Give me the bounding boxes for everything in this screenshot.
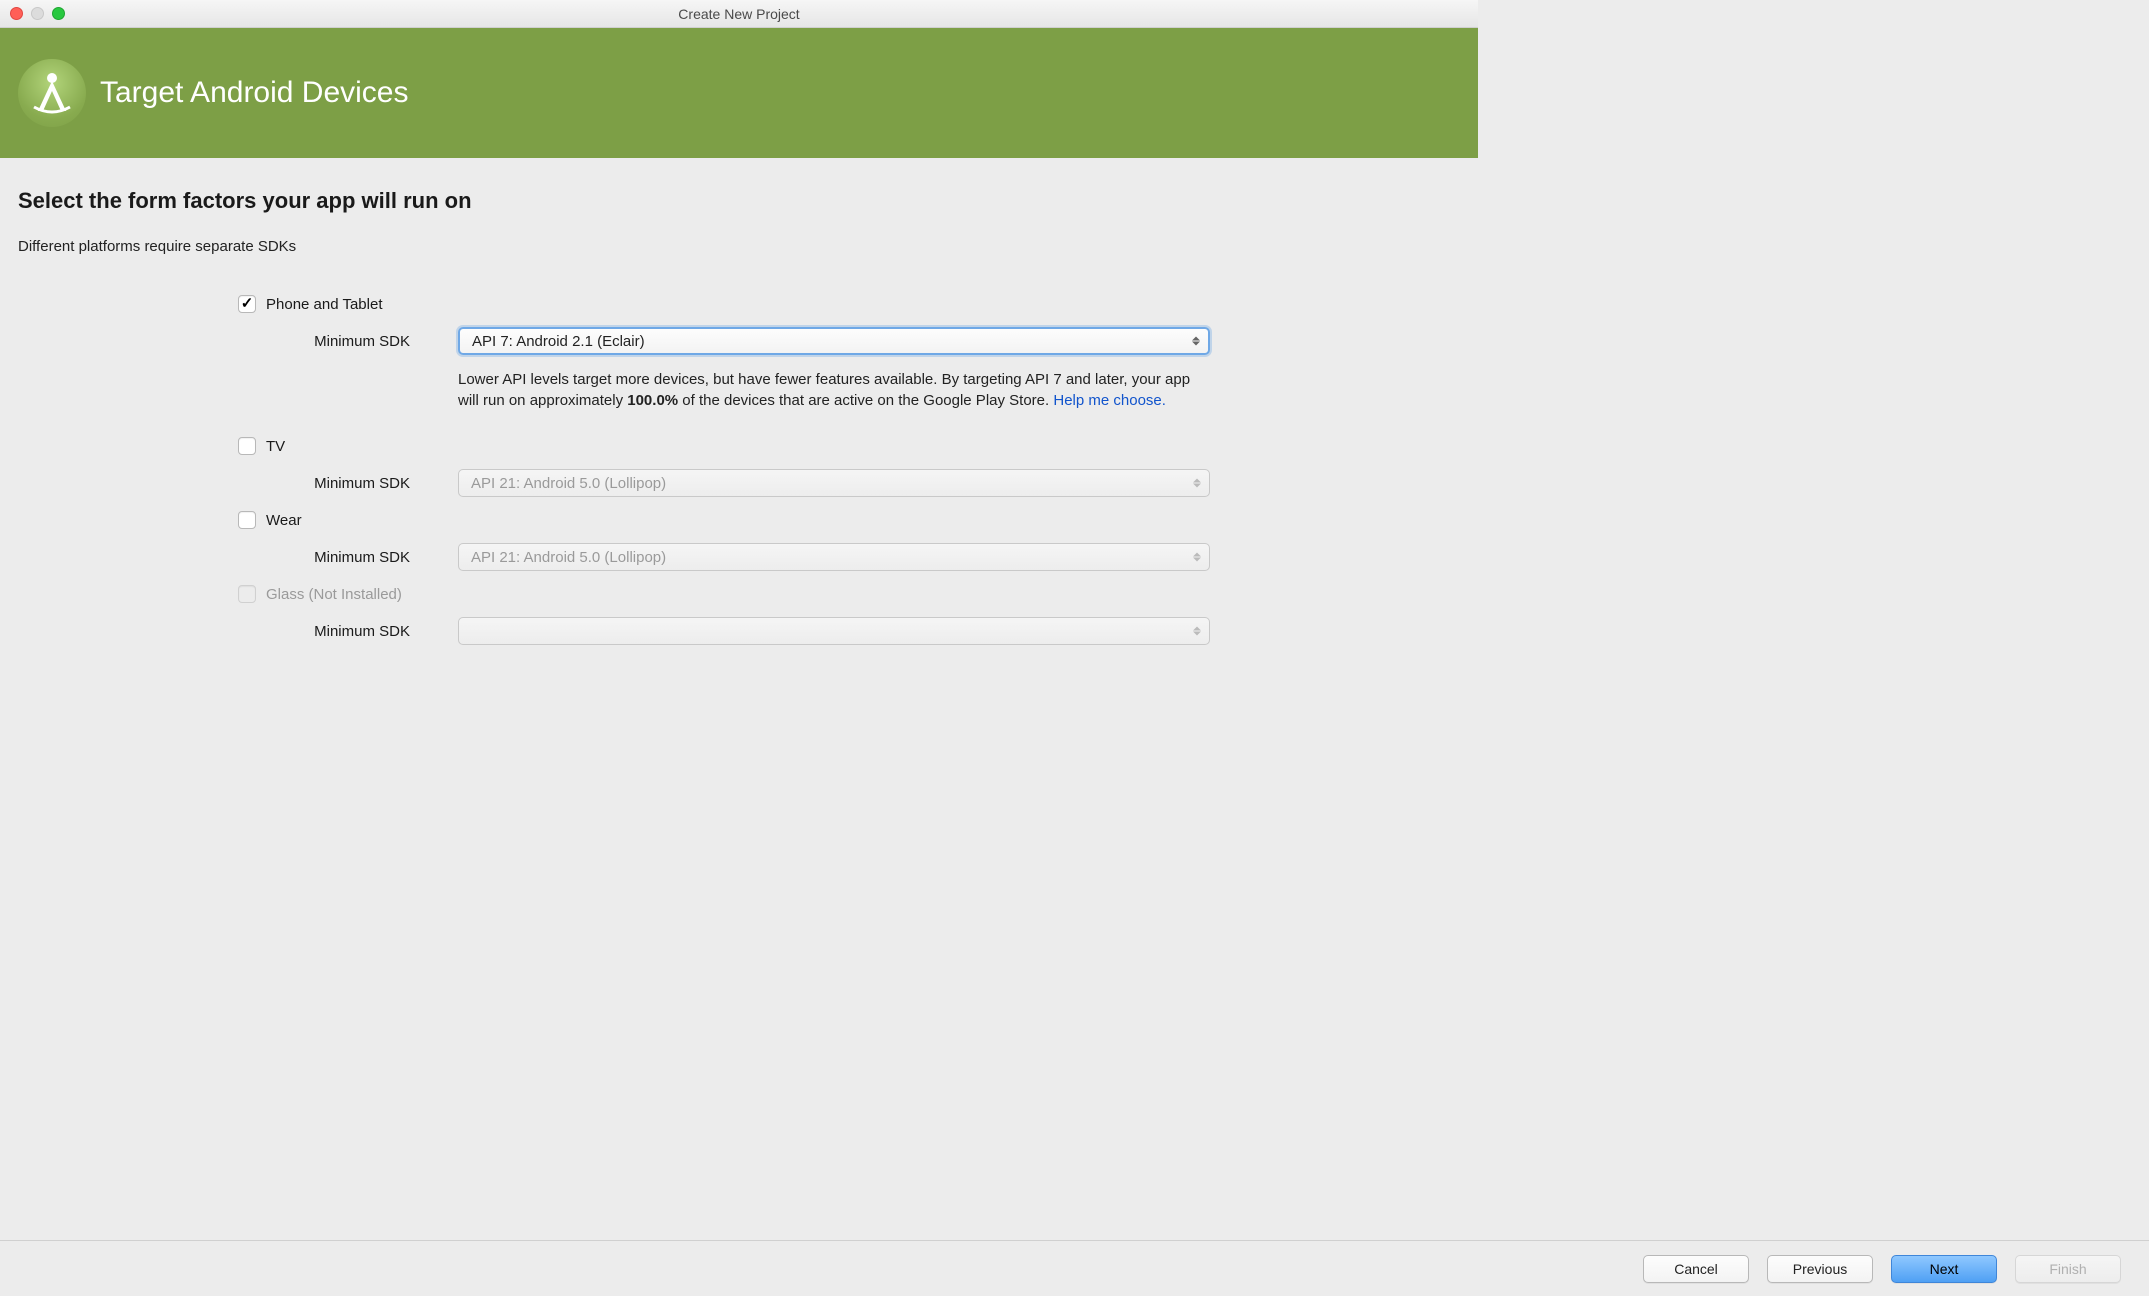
chevron-updown-icon [1192,337,1200,346]
chevron-updown-icon [1193,627,1201,636]
next-button[interactable]: Next [1891,1255,1997,1283]
cancel-button[interactable]: Cancel [1643,1255,1749,1283]
phone-checkbox[interactable] [238,295,256,313]
chevron-updown-icon [1193,479,1201,488]
wear-label: Wear [266,512,302,529]
tv-checkbox[interactable] [238,437,256,455]
chevron-updown-icon [1193,553,1201,562]
android-studio-icon [18,59,86,127]
tv-sdk-label: Minimum SDK [258,475,458,492]
phone-label: Phone and Tablet [266,296,383,313]
window-title: Create New Project [678,6,799,22]
minimize-icon [31,7,44,20]
wear-sdk-label: Minimum SDK [258,549,458,566]
help-text-part2: of the devices that are active on the Go… [678,392,1053,409]
footer: Cancel Previous Next Finish [0,1240,2149,1296]
phone-sdk-select[interactable]: API 7: Android 2.1 (Eclair) [458,327,1210,355]
header-title: Target Android Devices [100,76,409,110]
phone-sdk-label: Minimum SDK [258,333,458,350]
titlebar: Create New Project [0,0,1478,28]
tv-label: TV [266,438,285,455]
traffic-lights [10,7,65,20]
header: Target Android Devices [0,28,1478,158]
tv-sdk-select[interactable]: API 21: Android 5.0 (Lollipop) [458,469,1210,497]
wear-sdk-value: API 21: Android 5.0 (Lollipop) [471,549,666,566]
previous-button[interactable]: Previous [1767,1255,1873,1283]
form-factor-wear: Wear [238,511,1430,529]
tv-sdk-value: API 21: Android 5.0 (Lollipop) [471,475,666,492]
glass-label: Glass (Not Installed) [266,586,402,603]
help-text-percent: 100.0% [627,392,678,409]
section-subtitle: Different platforms require separate SDK… [18,238,1460,255]
form-factor-phone: Phone and Tablet [238,295,1430,313]
help-me-choose-link[interactable]: Help me choose. [1053,392,1166,409]
wear-sdk-select[interactable]: API 21: Android 5.0 (Lollipop) [458,543,1210,571]
phone-sdk-value: API 7: Android 2.1 (Eclair) [472,333,645,350]
zoom-icon[interactable] [52,7,65,20]
close-icon[interactable] [10,7,23,20]
section-title: Select the form factors your app will ru… [18,188,1460,214]
help-text: Lower API levels target more devices, bu… [458,369,1210,411]
wear-checkbox[interactable] [238,511,256,529]
finish-button: Finish [2015,1255,2121,1283]
glass-sdk-select [458,617,1210,645]
glass-checkbox [238,585,256,603]
form-factor-glass: Glass (Not Installed) [238,585,1430,603]
form-factor-tv: TV [238,437,1430,455]
glass-sdk-label: Minimum SDK [258,623,458,640]
